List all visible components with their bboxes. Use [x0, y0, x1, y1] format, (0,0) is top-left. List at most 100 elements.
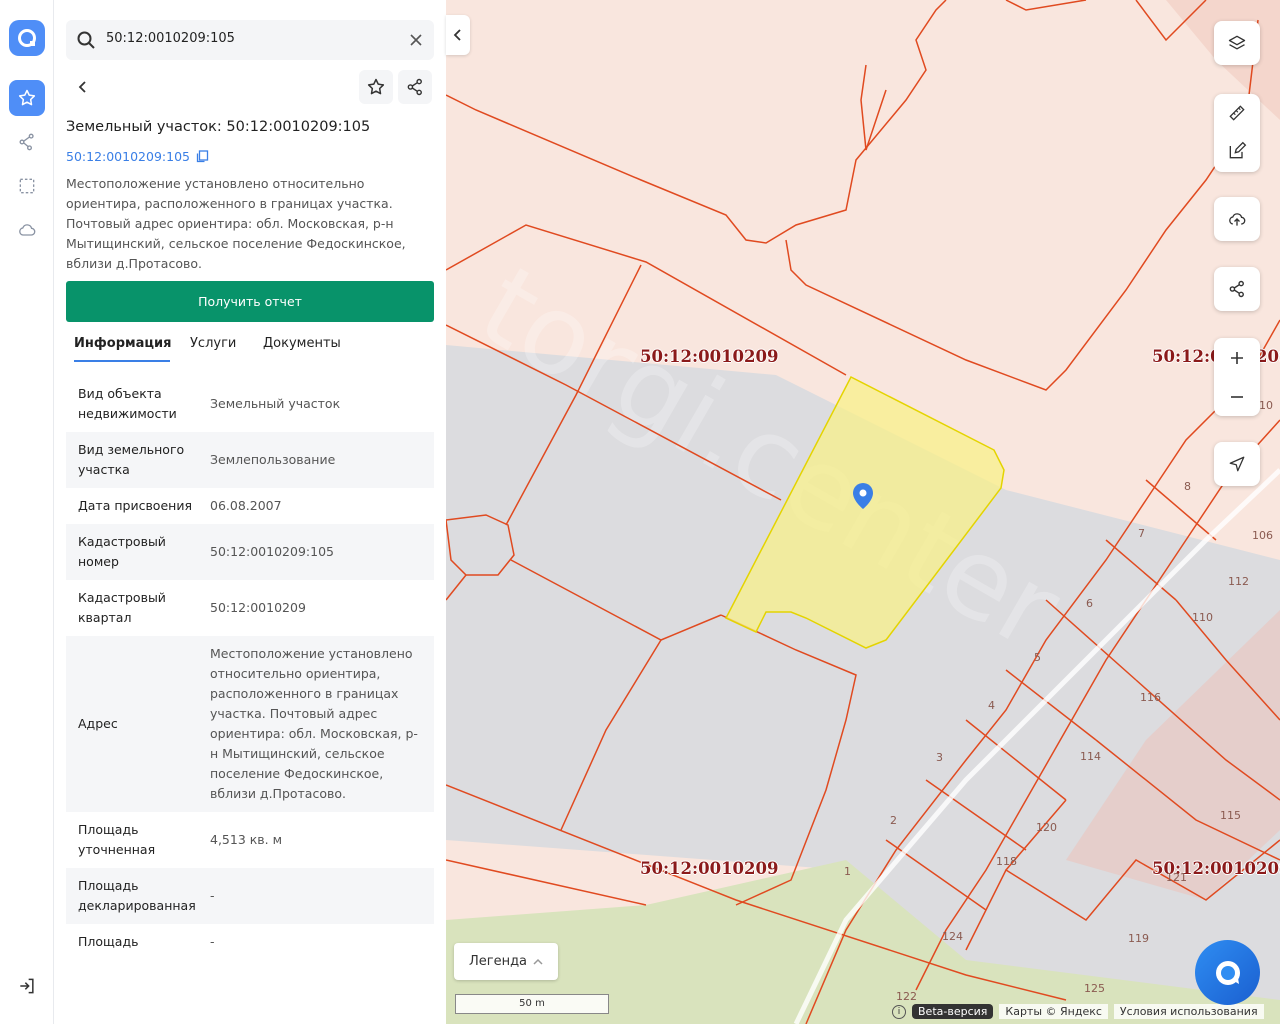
layers-button[interactable] [1214, 21, 1260, 65]
info-value: - [210, 934, 215, 949]
locate-control [1214, 442, 1260, 486]
cloud-upload-icon [1229, 213, 1246, 226]
area-select-nav-button[interactable] [9, 168, 45, 204]
tab-bar: Информация Услуги Документы [66, 328, 434, 362]
tab-services[interactable]: Услуги [190, 336, 236, 351]
tab-information[interactable]: Информация [74, 336, 172, 351]
layers-control [1214, 21, 1260, 65]
share-icon [1229, 280, 1244, 298]
edit-icon [1229, 141, 1247, 159]
terms-link[interactable]: Условия использования [1113, 1004, 1264, 1019]
upload-button[interactable] [1214, 197, 1260, 241]
info-key: Дата присвоения [78, 498, 192, 513]
info-key: Вид объекта недвижимости [78, 386, 177, 421]
cadastral-number-text[interactable]: 50:12:0010209:105 [66, 149, 190, 164]
info-row: Адрес Местоположение установлено относите… [66, 636, 434, 812]
close-icon[interactable] [408, 32, 424, 48]
plot-number: 118 [996, 855, 1017, 868]
share-map-button[interactable] [1214, 267, 1260, 311]
edit-button[interactable] [1214, 132, 1260, 170]
login-button[interactable] [9, 968, 45, 1004]
plot-number: 112 [1228, 575, 1249, 588]
info-value: 50:12:0010209 [210, 600, 306, 615]
quarter-label: 50:12:0010209 [640, 347, 779, 366]
favorites-nav-button[interactable] [9, 80, 45, 116]
star-icon [367, 78, 385, 95]
navigation-arrow-icon [1229, 456, 1245, 472]
chat-icon [1215, 960, 1240, 985]
get-report-button[interactable]: Получить отчет [66, 281, 434, 322]
tools-control [1214, 94, 1260, 172]
info-key: Кадастровый номер [78, 534, 166, 569]
active-tab-indicator [74, 360, 170, 362]
zoom-control [1214, 338, 1260, 416]
map-attribution: i Beta-версия Карты © Яндекс Условия исп… [892, 1003, 1264, 1020]
info-value: - [210, 888, 215, 903]
info-key: Вид земельного участка [78, 442, 185, 477]
plot-number: 115 [1220, 809, 1241, 822]
plot-number: 120 [1036, 821, 1057, 834]
chevron-left-icon [78, 81, 86, 93]
info-key: Площадь [78, 934, 139, 949]
info-table: Вид объекта недвижимости Земельный участо… [66, 376, 434, 960]
info-key: Кадастровый квартал [78, 590, 166, 625]
chevron-left-icon [453, 29, 461, 41]
back-button[interactable] [66, 70, 100, 104]
share-map-control [1214, 267, 1260, 311]
cloud-nav-button[interactable] [9, 212, 45, 248]
object-description: Местоположение установлено относительно … [66, 176, 406, 271]
info-key: Площадь декларированная [78, 878, 196, 913]
logo-icon [18, 29, 36, 47]
ruler-icon [1229, 105, 1245, 121]
zoom-in-button[interactable] [1214, 338, 1260, 377]
plot-number: 4 [988, 699, 995, 712]
info-value: Местоположение установлено относительно … [210, 646, 418, 801]
selection-icon [19, 178, 35, 194]
app-logo[interactable] [9, 20, 45, 56]
minus-icon [1231, 395, 1243, 398]
plot-number: 6 [1086, 597, 1093, 610]
collapse-panel-button[interactable] [446, 15, 470, 55]
info-value: 06.08.2007 [210, 498, 282, 513]
object-panel: 50:12:0010209:105 Земельный участок: 50:… [54, 0, 446, 1024]
quarter-label: 50:12:0010209 [640, 859, 779, 878]
plot-number: 114 [1080, 750, 1101, 763]
locate-button[interactable] [1214, 442, 1260, 486]
info-row: Площадь - [66, 924, 434, 960]
map-canvas[interactable]: torgi.center 50:12:0010209 50:12:0010209… [446, 0, 1280, 1024]
share-button[interactable] [398, 70, 432, 104]
legend-button[interactable]: Легенда [454, 943, 558, 980]
icon-rail [0, 0, 54, 1024]
legend-label: Легенда [468, 954, 528, 969]
info-value: 50:12:0010209:105 [210, 544, 334, 559]
info-value: Земельный участок [210, 396, 341, 411]
ruler-button[interactable] [1214, 94, 1260, 132]
plus-icon [1231, 351, 1243, 364]
plot-number: 125 [1084, 982, 1105, 995]
plot-number: 106 [1252, 529, 1273, 542]
page-title: Земельный участок: 50:12:0010209:105 [66, 119, 371, 135]
info-row: Дата присвоения 06.08.2007 [66, 488, 434, 524]
search-input[interactable]: 50:12:0010209:105 [106, 31, 235, 46]
info-row: Площадь уточненная 4,513 кв. м [66, 812, 434, 868]
zoom-out-button[interactable] [1214, 377, 1260, 416]
yandex-attribution[interactable]: Карты © Яндекс [999, 1004, 1108, 1019]
tab-documents[interactable]: Документы [263, 336, 341, 351]
search-icon [77, 31, 95, 49]
info-icon[interactable]: i [892, 1004, 906, 1019]
copy-icon[interactable] [196, 150, 209, 163]
search-bar[interactable]: 50:12:0010209:105 [66, 20, 434, 60]
plot-number: 3 [936, 751, 943, 764]
plot-number: 1 [844, 865, 851, 878]
scale-bar: 50 m [455, 994, 609, 1014]
routes-nav-button[interactable] [9, 124, 45, 160]
add-favorite-button[interactable] [359, 70, 393, 104]
plot-number: 10 [1259, 399, 1273, 412]
chat-button[interactable] [1195, 940, 1260, 1005]
upload-control [1214, 197, 1260, 241]
info-row: Кадастровый квартал 50:12:0010209 [66, 580, 434, 636]
info-value: 4,513 кв. м [210, 832, 283, 847]
cadastral-number-link[interactable]: 50:12:0010209:105 [66, 149, 209, 164]
info-key: Адрес [78, 716, 118, 731]
plot-number: 2 [890, 814, 897, 827]
